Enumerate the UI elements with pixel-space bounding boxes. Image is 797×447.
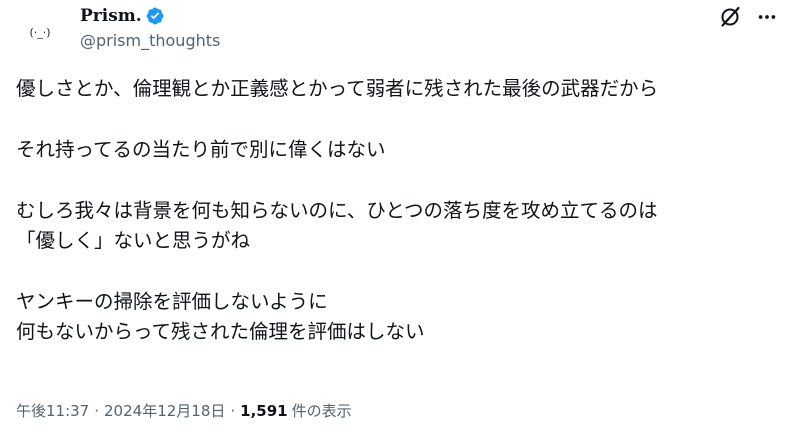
display-name-row: Prism. <box>80 4 220 28</box>
tweet-line: それ持ってるの当たり前で別に偉くはない <box>16 138 386 161</box>
tweet-line: 優しさとか、倫理観とか正義感とかって弱者に残された最後の武器だから <box>16 77 659 100</box>
meta-separator: · <box>230 401 236 420</box>
author-handle[interactable]: @prism_thoughts <box>80 31 220 50</box>
more-horizontal-icon[interactable] <box>754 4 780 30</box>
grok-slash-circle-icon[interactable] <box>717 4 743 30</box>
tweet-line: 「優しく」ないと思うがね <box>16 229 251 252</box>
tweet-line: 何もないからって残された倫理を評価はしない <box>16 320 425 343</box>
tweet-meta: 午後11:37 · 2024年12月18日 · 1,591 件の表示 <box>16 400 352 421</box>
display-name[interactable]: Prism. <box>80 6 142 26</box>
verified-badge-icon[interactable] <box>145 6 165 26</box>
tweet-line: むしろ我々は背景を何も知らないのに、ひとつの落ち度を攻め立てるのは <box>16 199 658 222</box>
author-names: Prism. @prism_thoughts <box>80 4 220 50</box>
tweet-line: ヤンキーの掃除を評価しないように <box>16 290 328 313</box>
tweet-time[interactable]: 午後11:37 <box>16 400 89 421</box>
views-label: 件の表示 <box>291 402 352 420</box>
meta-separator: · <box>94 401 100 420</box>
tweet-card: (·_·) Prism. @prism_thoughts 優しさとか、倫理観とか… <box>0 0 797 447</box>
views-count: 1,591 <box>240 401 288 420</box>
tweet-header: (·_·) Prism. @prism_thoughts <box>0 0 797 64</box>
tweet-text: 優しさとか、倫理観とか正義感とかって弱者に残された最後の武器だから それ持ってる… <box>16 74 786 347</box>
avatar[interactable]: (·_·) <box>16 8 64 56</box>
tweet-date[interactable]: 2024年12月18日 <box>104 400 225 421</box>
avatar-face: (·_·) <box>29 25 51 39</box>
